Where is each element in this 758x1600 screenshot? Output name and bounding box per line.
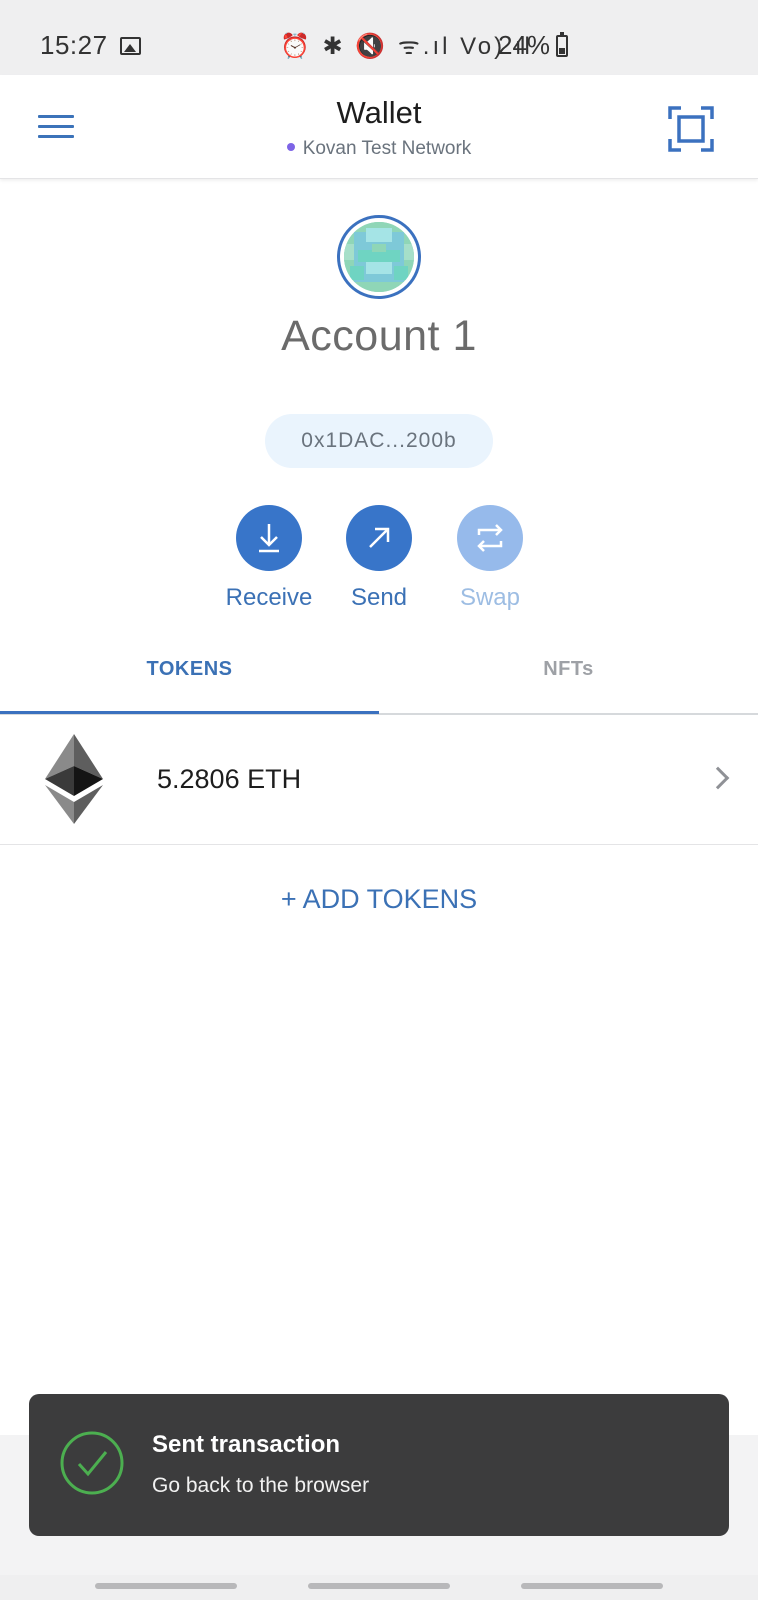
- send-label: Send: [350, 584, 408, 611]
- qr-scan-icon[interactable]: [667, 105, 715, 153]
- arrow-up-right-icon: [346, 505, 412, 571]
- swap-label: Swap: [459, 584, 521, 611]
- toast-title: Sent transaction: [152, 1431, 341, 1458]
- chevron-right-icon: [706, 766, 730, 790]
- transaction-toast[interactable]: Sent transaction Go back to the browser: [29, 1394, 729, 1536]
- send-button[interactable]: Send: [324, 505, 434, 612]
- gallery-icon: [120, 37, 141, 55]
- status-icons: ⏰ ✱ 🔇 ᯤ.ıl Vo) ıl: [280, 33, 533, 60]
- network-name: Kovan Test Network: [302, 138, 472, 159]
- status-time: 15:27: [40, 30, 108, 60]
- battery-percent: 24%: [498, 30, 551, 60]
- ethereum-icon: [45, 734, 103, 829]
- add-tokens-link[interactable]: + ADD TOKENS: [0, 884, 758, 915]
- nav-back-handle[interactable]: [521, 1583, 663, 1589]
- swap-icon: [457, 505, 523, 571]
- tab-nfts[interactable]: NFTs: [379, 640, 758, 715]
- nav-recents-handle[interactable]: [95, 1583, 237, 1589]
- download-icon: [236, 505, 302, 571]
- nav-home-handle[interactable]: [308, 1583, 450, 1589]
- receive-label: Receive: [225, 584, 313, 611]
- app-header: Wallet Kovan Test Network: [0, 75, 758, 179]
- tab-tokens[interactable]: TOKENS: [0, 640, 379, 714]
- toast-subtitle: Go back to the browser: [152, 1474, 370, 1497]
- check-circle-icon: [59, 1430, 125, 1496]
- tab-bar: TOKENS NFTs: [0, 640, 758, 715]
- token-row-eth[interactable]: 5.2806 ETH: [0, 716, 758, 845]
- account-avatar[interactable]: [337, 215, 421, 299]
- network-indicator[interactable]: Kovan Test Network: [0, 138, 758, 160]
- token-amount: 5.2806 ETH: [157, 764, 302, 794]
- account-address[interactable]: 0x1DAC...200b: [265, 414, 493, 468]
- system-nav-bar: [0, 1575, 758, 1600]
- swap-button[interactable]: Swap: [435, 505, 545, 612]
- receive-button[interactable]: Receive: [214, 505, 324, 612]
- account-name[interactable]: Account 1: [0, 312, 758, 361]
- battery-icon: [556, 32, 568, 57]
- status-bar: 15:27 ⏰ ✱ 🔇 ᯤ.ıl Vo) ıl 24%: [0, 0, 758, 75]
- network-dot-icon: [286, 142, 295, 151]
- page-title: Wallet: [336, 95, 422, 130]
